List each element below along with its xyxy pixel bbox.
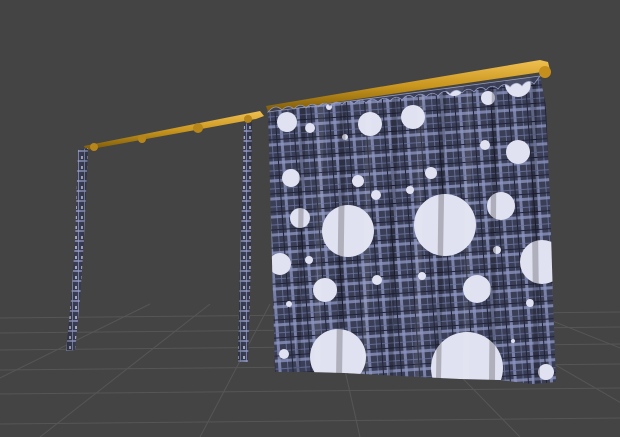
scene-canvas[interactable] <box>0 0 620 437</box>
curtain-panel-left-outer[interactable] <box>66 148 88 351</box>
curtain-panel-main[interactable] <box>260 60 570 404</box>
curtain-rod-left[interactable] <box>84 111 264 151</box>
curtain-panel-left-inner[interactable] <box>238 122 252 362</box>
3d-scene-viewport[interactable] <box>0 0 620 437</box>
